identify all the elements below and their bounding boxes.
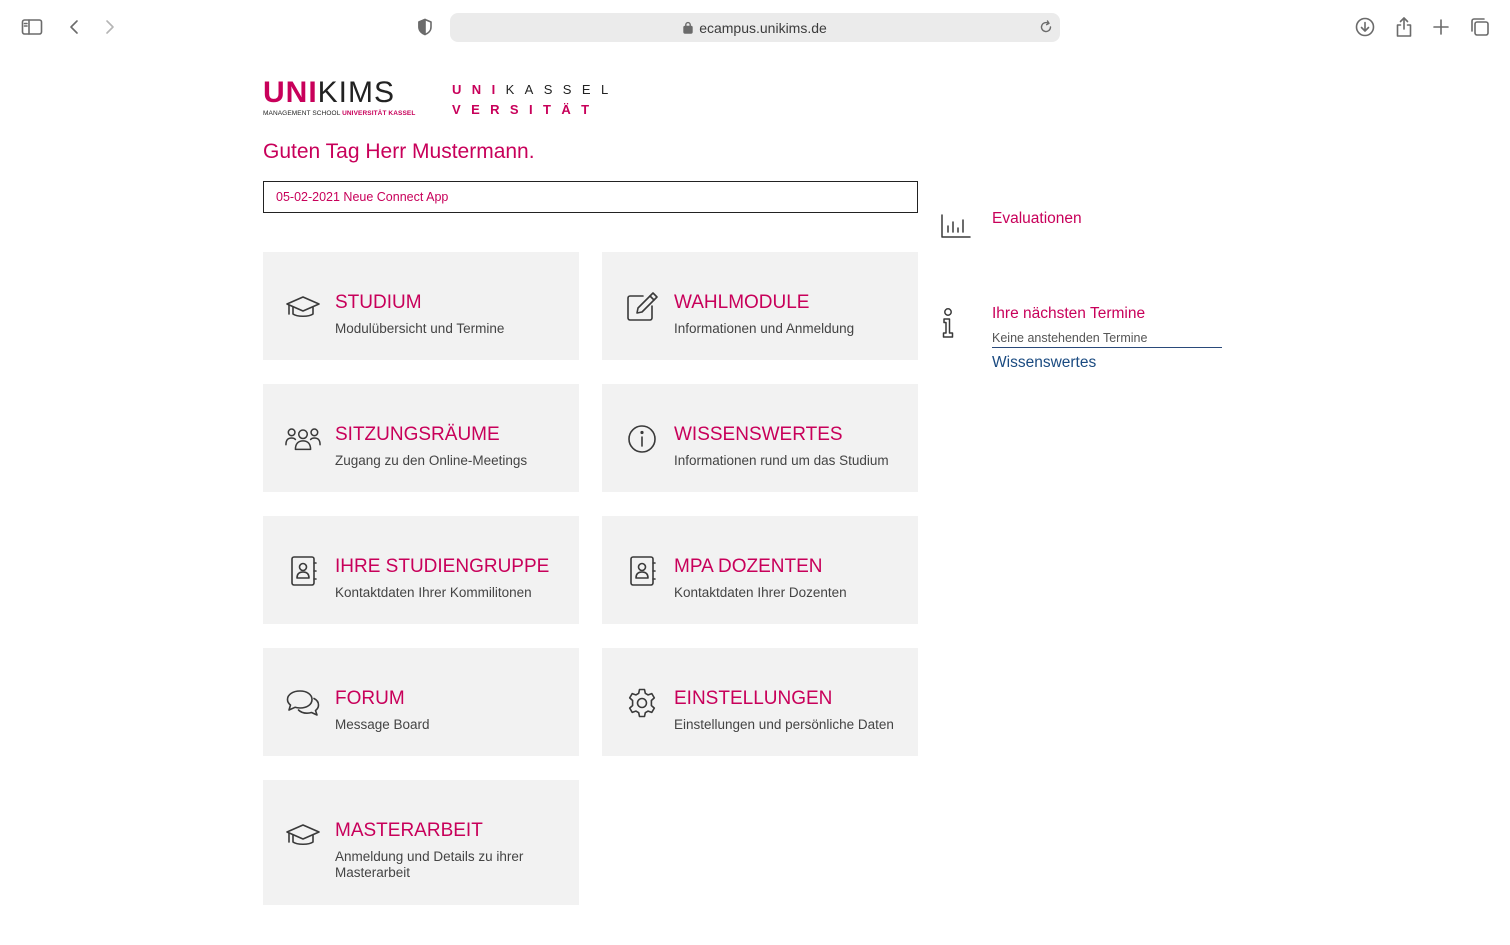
- tile-title: SITZUNGSRÄUME: [335, 424, 500, 445]
- wissenswertes-link[interactable]: Wissenswertes: [992, 354, 1096, 372]
- tile-title: FORUM: [335, 688, 405, 709]
- privacy-shield-icon[interactable]: [412, 14, 438, 40]
- termine-title[interactable]: Ihre nächsten Termine: [992, 305, 1145, 323]
- tile-title: EINSTELLUNGEN: [674, 688, 833, 709]
- uni-kassel-logo[interactable]: UNIKASSEL VERSITÄT: [452, 80, 622, 120]
- edit-icon: [624, 292, 660, 322]
- graduation-cap-icon: [285, 820, 321, 850]
- info-icon: [624, 424, 660, 454]
- graduation-cap-icon: [285, 292, 321, 322]
- share-icon[interactable]: [1391, 14, 1417, 40]
- tile-title: MPA DOZENTEN: [674, 556, 823, 577]
- tile-wahlmodule[interactable]: WAHLMODULE Informationen und Anmeldung: [602, 252, 918, 360]
- tile-title: WAHLMODULE: [674, 292, 810, 313]
- tile-subtitle: Informationen und Anmeldung: [674, 321, 855, 336]
- logo-uni-text: UNI: [263, 76, 318, 109]
- termine-empty-text: Keine anstehenden Termine: [992, 331, 1222, 348]
- tile-subtitle: Zugang zu den Online-Meetings: [335, 453, 528, 468]
- logo-sub-accent-text: UNIVERSITÄT KASSEL: [342, 110, 416, 117]
- tile-title: MASTERARBEIT: [335, 820, 483, 841]
- tile-forum[interactable]: FORUM Message Board: [263, 648, 579, 756]
- tile-subtitle: Anmeldung und Details zu ihrer Masterarb…: [335, 849, 524, 880]
- tile-sitzungsraeume[interactable]: SITZUNGSRÄUME Zugang zu den Online-Meeti…: [263, 384, 579, 492]
- browser-toolbar: ecampus.unikims.de: [0, 0, 1510, 54]
- evaluationen-link[interactable]: Evaluationen: [992, 210, 1082, 228]
- logo-kassel-versitaet-text: VERSITÄT: [452, 102, 600, 117]
- tile-mpa-dozenten[interactable]: MPA DOZENTEN Kontaktdaten Ihrer Dozenten: [602, 516, 918, 624]
- tile-subtitle: Kontaktdaten Ihrer Kommilitonen: [335, 585, 532, 600]
- tile-studium[interactable]: STUDIUM Modulübersicht und Termine: [263, 252, 579, 360]
- contact-book-icon: [624, 556, 660, 586]
- bar-chart-icon: [940, 212, 972, 240]
- logo-kims-text: KIMS: [317, 76, 396, 109]
- reload-icon[interactable]: [1038, 18, 1054, 41]
- logo-kassel-uni-text: UNI: [452, 82, 506, 97]
- tile-subtitle: Modulübersicht und Termine: [335, 321, 505, 336]
- tile-subtitle: Informationen rund um das Studium: [674, 453, 889, 468]
- back-icon[interactable]: [61, 14, 87, 40]
- logo-kassel-kassel-text: KASSEL: [505, 82, 619, 97]
- new-tab-icon[interactable]: [1428, 14, 1454, 40]
- url-text: ecampus.unikims.de: [699, 19, 827, 36]
- tile-einstellungen[interactable]: EINSTELLUNGEN Einstellungen und persönli…: [602, 648, 918, 756]
- tile-subtitle: Einstellungen und persönliche Daten: [674, 717, 894, 732]
- download-icon[interactable]: [1352, 14, 1378, 40]
- gear-icon: [624, 688, 660, 718]
- tile-ihre-studiengruppe[interactable]: IHRE STUDIENGRUPPE Kontaktdaten Ihrer Ko…: [263, 516, 579, 624]
- tile-title: IHRE STUDIENGRUPPE: [335, 556, 550, 577]
- contact-book-icon: [285, 556, 321, 586]
- tile-title: WISSENSWERTES: [674, 424, 843, 445]
- tile-title: STUDIUM: [335, 292, 422, 313]
- unikims-logo[interactable]: UNIKIMS MANAGEMENT SCHOOL UNIVERSITÄT KA…: [263, 78, 423, 118]
- sidebar-toggle-icon[interactable]: [19, 14, 45, 40]
- tile-subtitle: Kontaktdaten Ihrer Dozenten: [674, 585, 847, 600]
- tile-masterarbeit[interactable]: MASTERARBEIT Anmeldung und Details zu ih…: [263, 780, 579, 905]
- tile-subtitle: Message Board: [335, 717, 430, 732]
- lock-icon: [683, 21, 693, 34]
- news-ticker[interactable]: 05-02-2021 Neue Connect App: [263, 181, 918, 213]
- info-i-icon: [938, 306, 958, 340]
- chat-bubbles-icon: [285, 688, 321, 718]
- page-greeting: Guten Tag Herr Mustermann.: [263, 140, 535, 163]
- tile-wissenswertes[interactable]: WISSENSWERTES Informationen rund um das …: [602, 384, 918, 492]
- tab-overview-icon[interactable]: [1467, 14, 1493, 40]
- address-bar[interactable]: ecampus.unikims.de: [450, 13, 1060, 42]
- users-icon: [285, 424, 321, 454]
- logo-sub-text: MANAGEMENT SCHOOL: [263, 110, 341, 117]
- forward-icon[interactable]: [97, 14, 123, 40]
